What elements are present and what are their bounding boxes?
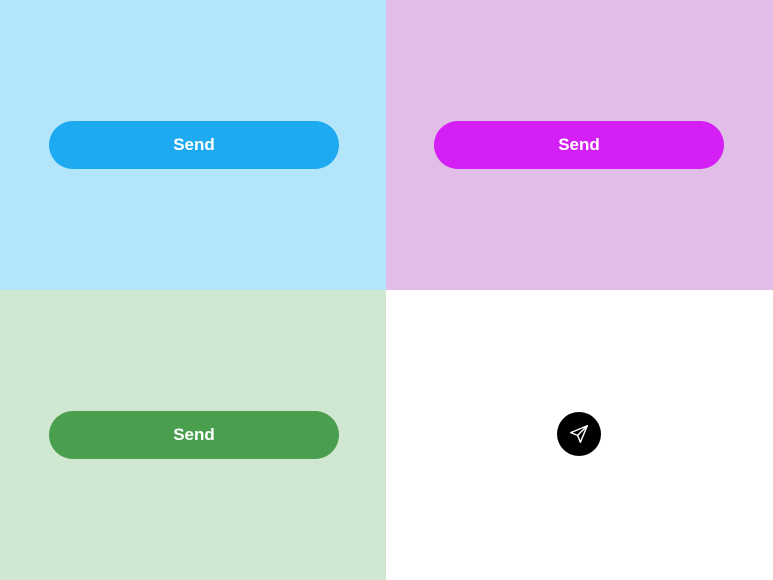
send-button-purple[interactable]: Send [434,121,724,169]
send-button-label: Send [558,135,600,154]
white-panel [386,290,773,580]
send-button-blue[interactable]: Send [49,121,339,169]
paper-plane-icon [570,425,588,443]
button-variants-grid: Send Send Send [0,0,773,580]
green-panel: Send [0,290,386,580]
send-icon-button[interactable] [557,412,601,456]
purple-panel: Send [386,0,773,290]
blue-panel: Send [0,0,386,290]
send-button-label: Send [173,135,215,154]
send-button-green[interactable]: Send [49,411,339,459]
send-button-label: Send [173,425,215,444]
